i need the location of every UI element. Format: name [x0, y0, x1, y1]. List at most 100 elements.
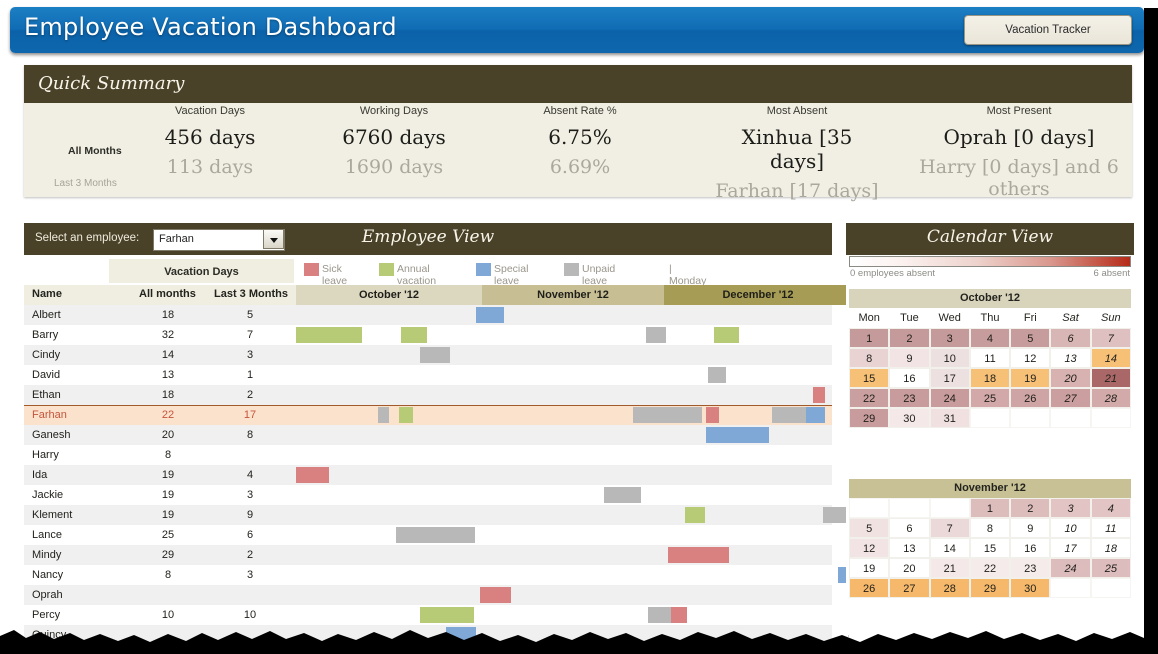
- summary-row-label-all-months: All Months: [68, 145, 122, 157]
- calendar-day-cell[interactable]: 9: [889, 348, 930, 368]
- calendar-day-cell[interactable]: 13: [889, 538, 930, 558]
- calendar-day-cell[interactable]: 6: [889, 518, 930, 538]
- table-row[interactable]: Albert 18 5: [24, 305, 832, 325]
- calendar-day-cell[interactable]: 14: [1090, 348, 1131, 368]
- calendar-day-cell[interactable]: 11: [969, 348, 1011, 368]
- calendar-day-cell[interactable]: 18: [969, 368, 1011, 388]
- table-row[interactable]: Lance 25 6: [24, 525, 832, 545]
- table-row[interactable]: Barry 32 7: [24, 325, 832, 345]
- calendar-day-cell[interactable]: 5: [1010, 328, 1051, 348]
- employee-view-title: Employee View: [361, 227, 495, 247]
- calendar-day-cell[interactable]: 24: [929, 388, 970, 408]
- calendar-day-cell[interactable]: 4: [969, 328, 1011, 348]
- chevron-down-icon[interactable]: [263, 229, 284, 249]
- calendar-day-cell[interactable]: 19: [1010, 368, 1051, 388]
- calendar-day-cell[interactable]: 15: [969, 538, 1011, 558]
- table-row[interactable]: Ganesh 20 8: [24, 425, 832, 445]
- calendar-day-cell[interactable]: 16: [889, 368, 930, 388]
- calendar-day-cell[interactable]: 21: [1090, 368, 1131, 388]
- calendar-day-cell[interactable]: 21: [929, 558, 970, 578]
- table-row[interactable]: Quincy: [24, 625, 832, 645]
- calendar-day-cell[interactable]: 18: [1090, 538, 1131, 558]
- calendar-day-cell[interactable]: 16: [1010, 538, 1051, 558]
- gantt-bar-unpaid: [708, 367, 726, 383]
- calendar-day-cell[interactable]: 10: [1050, 518, 1091, 538]
- calendar-day-cell[interactable]: 11: [1090, 518, 1131, 538]
- calendar-day-cell[interactable]: 28: [929, 578, 970, 598]
- summary-metric-all-months: 456 days: [164, 125, 256, 149]
- table-row[interactable]: Percy 10 10: [24, 605, 832, 625]
- calendar-month: November '12 1 2 3 4 5 6 7 8 9 10 11 12 13 14 15 16 17 18 1…: [849, 479, 1131, 598]
- employee-name-cell: Cindy: [32, 349, 61, 361]
- calendar-day-cell[interactable]: 23: [889, 388, 930, 408]
- calendar-day-cell[interactable]: 25: [969, 388, 1011, 408]
- calendar-day-cell[interactable]: 7: [1090, 328, 1131, 348]
- table-row[interactable]: David 13 1: [24, 365, 832, 385]
- employee-name-cell: Farhan: [32, 409, 67, 421]
- calendar-day-cell[interactable]: 29: [969, 578, 1011, 598]
- calendar-empty-cell: [1050, 578, 1091, 598]
- table-row[interactable]: Ida 19 4: [24, 465, 832, 485]
- calendar-day-cell[interactable]: 12: [849, 538, 890, 558]
- table-row[interactable]: Cindy 14 3: [24, 345, 832, 365]
- calendar-day-cell[interactable]: 1: [849, 328, 890, 348]
- table-row[interactable]: Oprah: [24, 585, 832, 605]
- calendar-empty-cell: [849, 498, 890, 518]
- summary-row-label-last-3-months: Last 3 Months: [54, 178, 117, 189]
- calendar-day-cell[interactable]: 31: [929, 408, 970, 428]
- legend-label-unpaid-leave: Unpaid leave: [582, 263, 616, 287]
- calendar-day-cell[interactable]: 19: [849, 558, 890, 578]
- calendar-day-cell[interactable]: 7: [929, 518, 970, 538]
- table-row[interactable]: Nancy 8 3: [24, 565, 852, 585]
- calendar-day-cell[interactable]: 1: [969, 498, 1011, 518]
- table-row[interactable]: Mindy 29 2: [24, 545, 832, 565]
- calendar-empty-cell: [929, 498, 970, 518]
- employee-select-label: Select an employee:: [35, 232, 140, 244]
- calendar-day-cell[interactable]: 17: [1050, 538, 1091, 558]
- calendar-day-cell[interactable]: 22: [849, 388, 890, 408]
- table-row[interactable]: Jackie 19 3: [24, 485, 832, 505]
- calendar-day-cell[interactable]: 2: [889, 328, 930, 348]
- calendar-day-cell[interactable]: 2: [1010, 498, 1051, 518]
- calendar-day-cell[interactable]: 22: [969, 558, 1011, 578]
- calendar-day-cell[interactable]: 30: [1010, 578, 1051, 598]
- calendar-day-cell[interactable]: 24: [1050, 558, 1091, 578]
- calendar-day-cell[interactable]: 28: [1090, 388, 1131, 408]
- gantt-row-track: [296, 465, 832, 485]
- summary-metric-header: Most Absent: [766, 105, 828, 117]
- calendar-day-cell[interactable]: 25: [1090, 558, 1131, 578]
- calendar-day-cell[interactable]: 30: [889, 408, 930, 428]
- table-row[interactable]: Harry 8: [24, 445, 832, 465]
- calendar-day-cell[interactable]: 13: [1050, 348, 1091, 368]
- calendar-day-cell[interactable]: 20: [889, 558, 930, 578]
- calendar-day-cell[interactable]: 26: [1010, 388, 1051, 408]
- calendar-day-cell[interactable]: 23: [1010, 558, 1051, 578]
- vacation-tracker-button[interactable]: Vacation Tracker: [964, 15, 1132, 45]
- calendar-day-cell[interactable]: 17: [929, 368, 970, 388]
- all-months-days-cell: 8: [164, 449, 172, 461]
- calendar-day-cell[interactable]: 12: [1010, 348, 1051, 368]
- last-3-months-days-cell: 2: [246, 549, 254, 561]
- calendar-day-cell[interactable]: 29: [849, 408, 890, 428]
- calendar-day-cell[interactable]: 3: [1050, 498, 1091, 518]
- calendar-day-cell[interactable]: 6: [1050, 328, 1091, 348]
- gantt-row-track: [296, 545, 832, 565]
- calendar-day-cell[interactable]: 5: [849, 518, 890, 538]
- calendar-day-cell[interactable]: 10: [929, 348, 970, 368]
- calendar-day-cell[interactable]: 8: [849, 348, 890, 368]
- table-row[interactable]: Klement 19 9: [24, 505, 852, 525]
- calendar-day-cell[interactable]: 27: [1050, 388, 1091, 408]
- calendar-day-cell[interactable]: 4: [1090, 498, 1131, 518]
- table-row[interactable]: Farhan 22 17: [24, 405, 832, 425]
- calendar-day-cell[interactable]: 27: [889, 578, 930, 598]
- calendar-day-cell[interactable]: 14: [929, 538, 970, 558]
- calendar-day-name: Sat: [1050, 308, 1091, 328]
- calendar-day-cell[interactable]: 9: [1010, 518, 1051, 538]
- calendar-day-cell[interactable]: 8: [969, 518, 1011, 538]
- calendar-day-cell[interactable]: 20: [1050, 368, 1091, 388]
- calendar-day-cell[interactable]: 3: [929, 328, 970, 348]
- window-shadow-bottom: [0, 644, 1158, 654]
- calendar-day-cell[interactable]: 26: [849, 578, 890, 598]
- table-row[interactable]: Ethan 18 2: [24, 385, 832, 405]
- calendar-day-cell[interactable]: 15: [849, 368, 890, 388]
